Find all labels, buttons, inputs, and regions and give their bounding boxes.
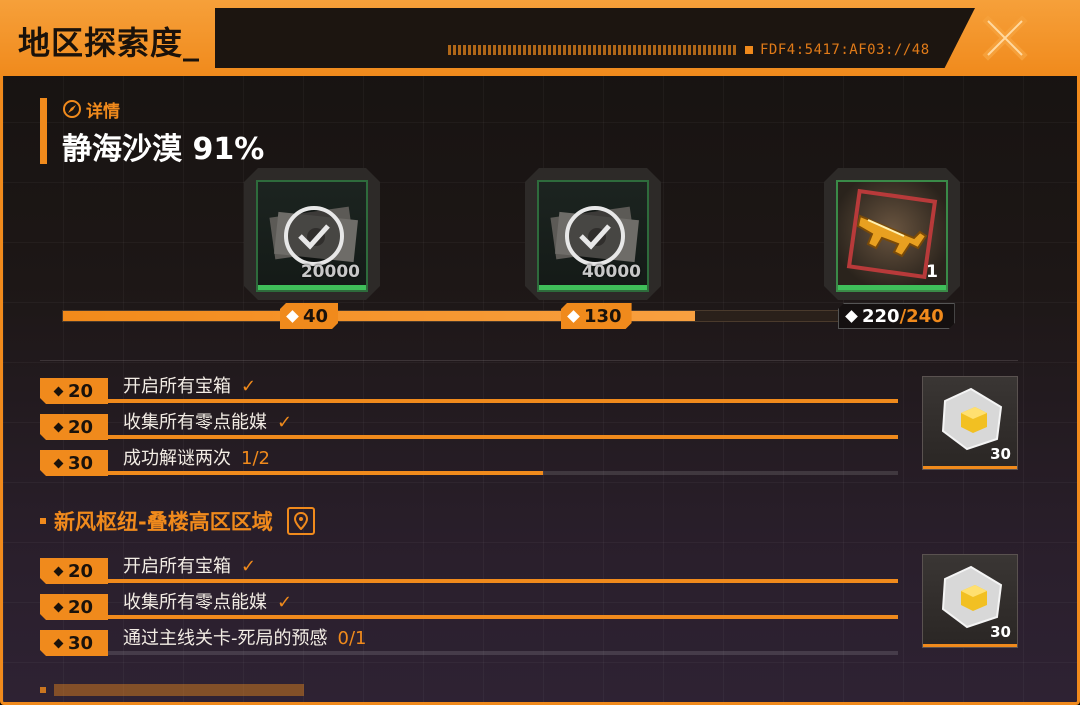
next-section-header-partial <box>40 684 304 696</box>
map-pin-icon <box>293 512 308 530</box>
close-button[interactable] <box>975 8 1035 68</box>
section-bullet <box>40 687 46 693</box>
done-check-icon: ✓ <box>241 556 257 577</box>
diamond-icon <box>567 310 580 323</box>
task-label: 成功解谜两次 <box>123 448 231 469</box>
milestone-reward-1[interactable]: 20000 <box>244 168 380 300</box>
task-label: 开启所有宝箱 <box>123 556 231 577</box>
task-label: 通过主线关卡-死局的预感 <box>123 628 328 649</box>
reward-rarity-bar <box>258 285 366 290</box>
task-label: 开启所有宝箱 <box>123 376 231 397</box>
task-progress-fill <box>108 579 898 583</box>
diamond-icon <box>845 310 858 323</box>
reward-quantity: 30 <box>990 623 1011 641</box>
task-progress-track <box>108 651 898 655</box>
done-check-icon: ✓ <box>277 412 293 433</box>
section-reward-2[interactable]: 30 <box>922 554 1018 648</box>
header-decoration-bar <box>448 45 738 55</box>
task-label: 收集所有零点能媒 <box>123 592 267 613</box>
task-row: 20 开启所有宝箱 ✓ <box>40 550 900 584</box>
diamond-icon <box>54 386 64 396</box>
task-progress-track <box>108 399 898 403</box>
section-reward-1[interactable]: 30 <box>922 376 1018 470</box>
header-code: FDF4:5417:AF03://48 <box>760 42 930 58</box>
section-header: 新风枢纽-叠楼高区区域 <box>40 506 315 536</box>
milestone-marker-40: 40 <box>280 303 338 329</box>
task-progress-track <box>108 435 898 439</box>
task-row: 20 收集所有零点能媒 ✓ <box>40 586 900 620</box>
diamond-icon <box>54 602 64 612</box>
window-header: 地区探索度_ FDF4:5417:AF03://48 <box>0 0 1080 76</box>
header-decoration-dot <box>745 46 753 54</box>
progress-counter: 220/240 <box>838 303 955 329</box>
task-progress-fill <box>108 615 898 619</box>
reward-quantity: 1 <box>926 262 938 282</box>
claimed-check-icon <box>563 204 627 268</box>
task-progress-fill <box>108 435 898 439</box>
locate-button[interactable] <box>286 507 315 535</box>
reward-rarity-bar <box>539 285 647 290</box>
reward-frame: 20000 <box>256 180 368 292</box>
reward-frame: 40000 <box>537 180 649 292</box>
task-progress-track <box>108 471 898 475</box>
claimed-check-icon <box>282 204 346 268</box>
compass-icon <box>63 100 81 118</box>
task-row: 20 收集所有零点能媒 ✓ <box>40 406 900 440</box>
milestone-marker-130: 130 <box>561 303 632 329</box>
region-title: 静海沙漠 91% <box>62 132 265 167</box>
diamond-icon <box>54 638 64 648</box>
milestone-value: 130 <box>584 305 622 327</box>
done-check-icon: ✓ <box>277 592 293 613</box>
reward-amount: 40000 <box>581 262 641 282</box>
header-strip <box>215 8 975 68</box>
task-points-badge: 20 <box>40 558 108 584</box>
task-progress-fill <box>108 471 543 475</box>
section-title-partial <box>54 684 304 696</box>
task-points-badge: 20 <box>40 378 108 404</box>
reward-rarity-bar <box>838 285 946 290</box>
task-points-badge: 30 <box>40 450 108 476</box>
reward-quantity: 30 <box>990 445 1011 463</box>
diamond-icon <box>54 566 64 576</box>
diamond-icon <box>286 310 299 323</box>
task-row: 30 成功解谜两次 1/2 <box>40 442 900 476</box>
task-points-badge: 20 <box>40 594 108 620</box>
task-progress-track <box>108 579 898 583</box>
task-progress-text: 1/2 <box>241 448 270 469</box>
section-divider <box>40 360 1018 361</box>
task-progress-track <box>108 615 898 619</box>
diamond-icon <box>54 422 64 432</box>
task-row: 20 开启所有宝箱 ✓ <box>40 370 900 404</box>
reward-amount: 20000 <box>300 262 360 282</box>
diamond-icon <box>54 458 64 468</box>
task-progress-fill <box>108 399 898 403</box>
task-progress-text: 0/1 <box>337 628 367 649</box>
progress-max: 240 <box>906 305 944 327</box>
progress-current: 220 <box>862 305 900 327</box>
cube-item-icon <box>941 387 1003 451</box>
reward-frame: 1 <box>836 180 948 292</box>
milestone-reward-3[interactable]: 1 <box>824 168 960 300</box>
done-check-icon: ✓ <box>241 376 257 397</box>
detail-label: 详情 <box>86 102 120 122</box>
detail-accent-bar <box>40 98 47 164</box>
section-bullet <box>40 518 46 524</box>
task-row: 30 通过主线关卡-死局的预感 0/1 <box>40 622 900 656</box>
window-title: 地区探索度_ <box>18 24 201 62</box>
section-title: 新风枢纽-叠楼高区区域 <box>54 510 273 534</box>
close-icon <box>982 15 1028 61</box>
cube-item-icon <box>941 565 1003 629</box>
milestone-value: 40 <box>303 305 329 327</box>
task-label: 收集所有零点能媒 <box>123 412 267 433</box>
task-points-badge: 20 <box>40 414 108 440</box>
exploration-progress-track <box>62 310 942 322</box>
milestone-reward-2[interactable]: 40000 <box>525 168 661 300</box>
task-points-badge: 30 <box>40 630 108 656</box>
